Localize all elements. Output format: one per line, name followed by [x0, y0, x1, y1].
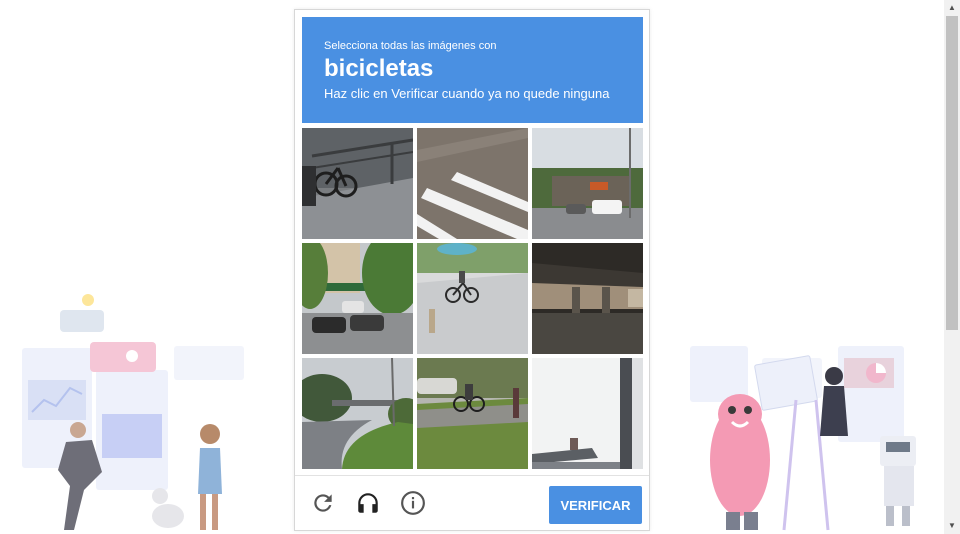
info-icon[interactable]	[399, 489, 427, 517]
captcha-footer: VERIFICAR	[295, 475, 649, 531]
captcha-header: Selecciona todas las imágenes con bicicl…	[302, 17, 643, 123]
right-illustration	[690, 346, 916, 531]
instruction-text: Selecciona todas las imágenes con	[324, 40, 497, 52]
scroll-down-arrow-icon[interactable]: ▼	[944, 518, 960, 534]
image-tile-5[interactable]	[417, 243, 528, 354]
scrollbar[interactable]: ▲ ▼	[944, 0, 960, 534]
scrollbar-thumb[interactable]	[946, 16, 958, 330]
target-object-label: bicicletas	[324, 55, 434, 82]
instruction-hint: Haz clic en Verificar cuando ya no quede…	[324, 86, 610, 101]
image-tile-8[interactable]	[417, 358, 528, 469]
left-illustration	[22, 294, 244, 530]
image-tile-9[interactable]	[532, 358, 643, 469]
image-tile-6[interactable]	[532, 243, 643, 354]
image-tile-2[interactable]	[417, 128, 528, 239]
captcha-widget: Selecciona todas las imágenes con bicicl…	[294, 9, 650, 531]
image-tile-7[interactable]	[302, 358, 413, 469]
image-tile-1[interactable]	[302, 128, 413, 239]
image-tile-3[interactable]	[532, 128, 643, 239]
scroll-up-arrow-icon[interactable]: ▲	[944, 0, 960, 16]
verify-button[interactable]: VERIFICAR	[549, 486, 642, 524]
image-grid	[302, 128, 643, 469]
reload-icon[interactable]	[309, 489, 337, 517]
image-tile-4[interactable]	[302, 243, 413, 354]
headphones-icon[interactable]	[354, 489, 382, 517]
